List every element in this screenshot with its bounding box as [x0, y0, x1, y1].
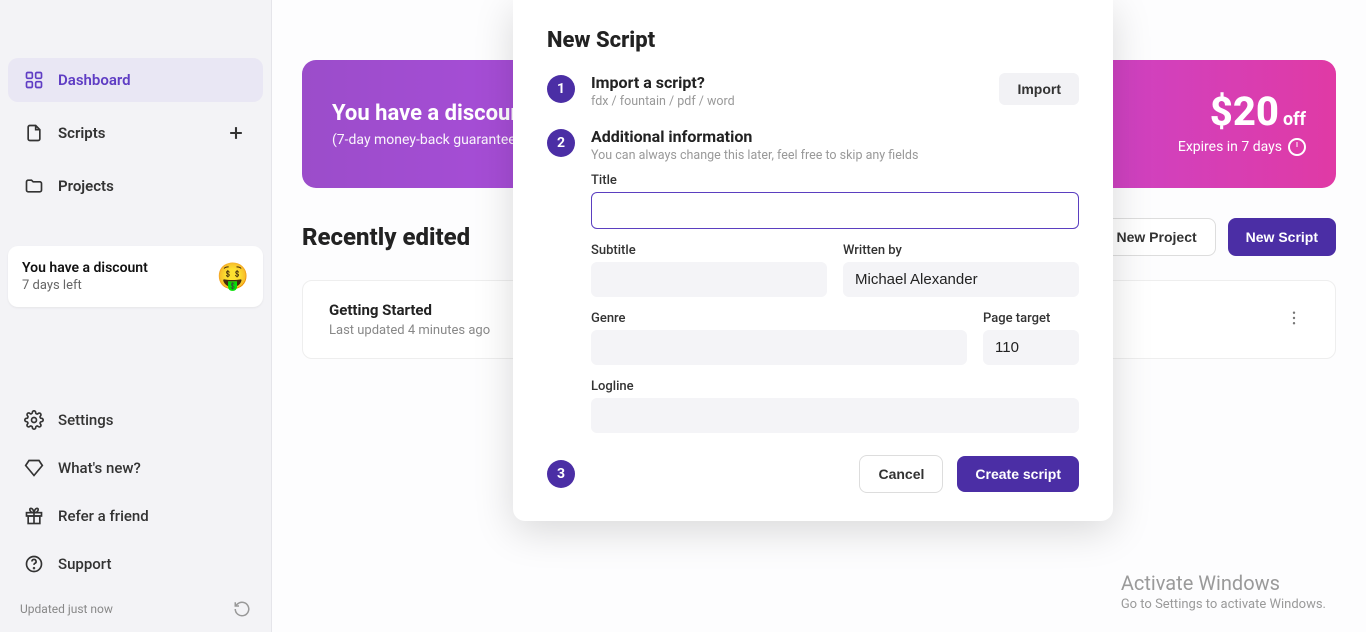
modal-title: New Script	[547, 28, 1079, 53]
sidebar-item-whats-new[interactable]: What's new?	[8, 446, 263, 490]
dashboard-icon	[24, 70, 44, 90]
primary-nav: Dashboard Scripts Projects	[8, 58, 263, 216]
written-by-input[interactable]	[843, 262, 1079, 297]
discount-subtitle: 7 days left	[22, 278, 148, 293]
banner-price: $20off	[1178, 92, 1306, 132]
sidebar-item-label: Settings	[58, 411, 114, 429]
new-project-button[interactable]: New Project	[1098, 218, 1216, 256]
title-label: Title	[591, 173, 1079, 188]
refresh-icon[interactable]	[233, 600, 251, 618]
step-import: 1 Import a script? fdx / fountain / pdf …	[547, 73, 1079, 109]
subtitle-label: Subtitle	[591, 243, 827, 258]
step-number-2: 2	[547, 129, 575, 157]
diamond-icon	[24, 458, 44, 478]
sidebar-item-refer[interactable]: Refer a friend	[8, 494, 263, 538]
folder-icon	[24, 176, 44, 196]
banner-headline: You have a discount	[332, 101, 530, 126]
create-script-button[interactable]: Create script	[957, 456, 1079, 492]
sidebar-item-scripts[interactable]: Scripts	[8, 110, 263, 156]
sidebar-footer: Updated just now	[8, 590, 263, 624]
page-target-input[interactable]	[983, 330, 1079, 365]
logline-label: Logline	[591, 379, 1079, 394]
logline-input[interactable]	[591, 398, 1079, 433]
help-icon	[24, 554, 44, 574]
step-number-1: 1	[547, 75, 575, 103]
updated-label: Updated just now	[20, 602, 113, 616]
clock-icon	[1288, 138, 1306, 156]
add-script-button[interactable]	[225, 122, 247, 144]
step-additional-info: 2 Additional information You can always …	[547, 127, 1079, 163]
genre-input[interactable]	[591, 330, 967, 365]
script-meta: Last updated 4 minutes ago	[329, 323, 490, 338]
cancel-button[interactable]: Cancel	[859, 455, 943, 493]
subtitle-input[interactable]	[591, 262, 827, 297]
banner-subtext: (7-day money-back guarantee)	[332, 132, 530, 148]
secondary-nav: Settings What's new? Refer a friend Supp…	[8, 398, 263, 590]
step2-head: Additional information	[591, 127, 1079, 146]
step2-desc: You can always change this later, feel f…	[591, 148, 1079, 163]
sidebar: Dashboard Scripts Projects You hav	[0, 0, 272, 632]
title-input[interactable]	[591, 192, 1079, 229]
written-by-label: Written by	[843, 243, 1079, 258]
step1-desc: fdx / fountain / pdf / word	[591, 94, 983, 109]
modal-actions: 3 Cancel Create script	[547, 455, 1079, 493]
sidebar-item-support[interactable]: Support	[8, 542, 263, 586]
genre-label: Genre	[591, 311, 967, 326]
sidebar-item-label: Support	[58, 555, 111, 573]
sidebar-item-projects[interactable]: Projects	[8, 164, 263, 208]
script-title: Getting Started	[329, 301, 490, 319]
money-face-emoji: 🤑	[217, 262, 249, 292]
sidebar-item-settings[interactable]: Settings	[8, 398, 263, 442]
banner-expires: Expires in 7 days	[1178, 138, 1306, 156]
sidebar-item-label: What's new?	[58, 459, 141, 477]
page-target-label: Page target	[983, 311, 1079, 326]
discount-title: You have a discount	[22, 260, 148, 276]
sidebar-item-label: Scripts	[58, 124, 105, 142]
new-script-modal: New Script 1 Import a script? fdx / foun…	[513, 0, 1113, 521]
document-icon	[24, 123, 44, 143]
more-menu-button[interactable]	[1279, 303, 1309, 337]
sidebar-item-label: Refer a friend	[58, 507, 149, 525]
step-number-3: 3	[547, 460, 575, 488]
form-fields: Title Subtitle Written by Genre Page tar…	[591, 173, 1079, 433]
sidebar-discount-card[interactable]: You have a discount 7 days left 🤑	[8, 246, 263, 307]
new-script-button[interactable]: New Script	[1228, 218, 1336, 256]
section-title: Recently edited	[302, 223, 470, 251]
sidebar-item-label: Projects	[58, 177, 114, 195]
sidebar-item-label: Dashboard	[58, 71, 131, 89]
import-button[interactable]: Import	[999, 73, 1079, 105]
gift-icon	[24, 506, 44, 526]
step1-head: Import a script?	[591, 73, 983, 92]
sidebar-item-dashboard[interactable]: Dashboard	[8, 58, 263, 102]
gear-icon	[24, 410, 44, 430]
